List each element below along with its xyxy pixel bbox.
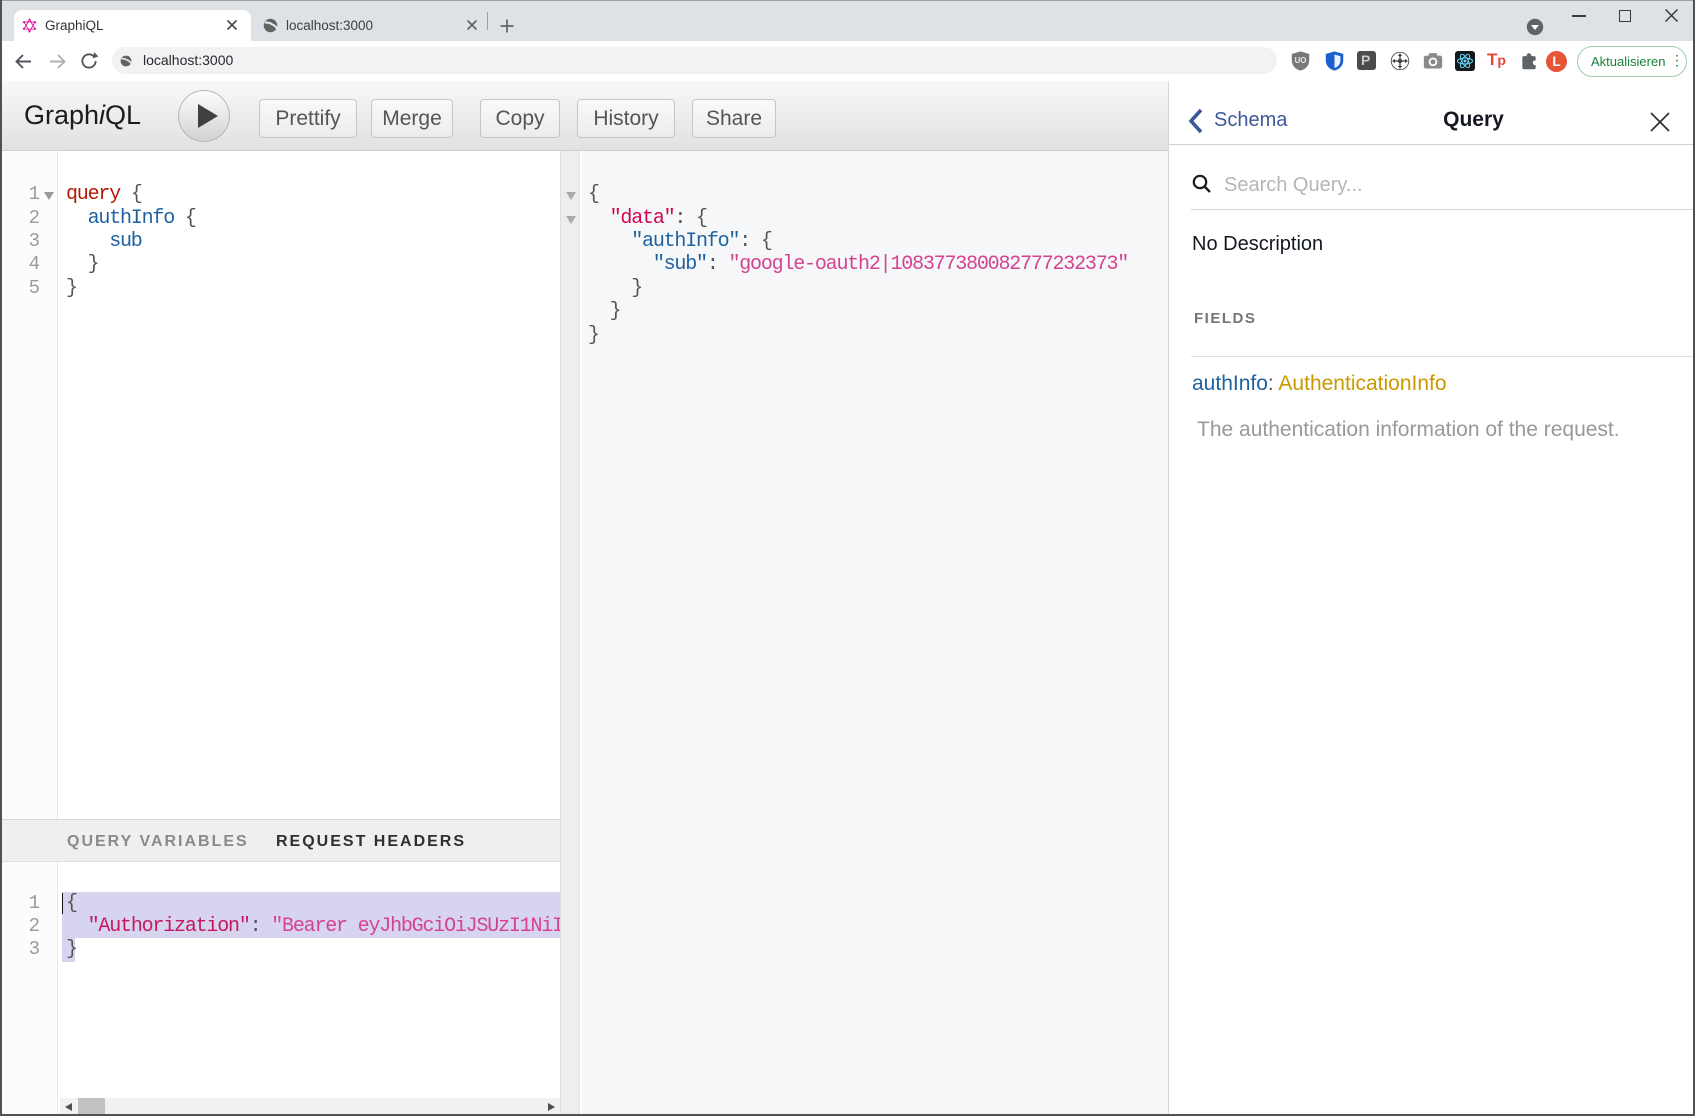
svg-text:UO: UO — [1295, 56, 1307, 65]
